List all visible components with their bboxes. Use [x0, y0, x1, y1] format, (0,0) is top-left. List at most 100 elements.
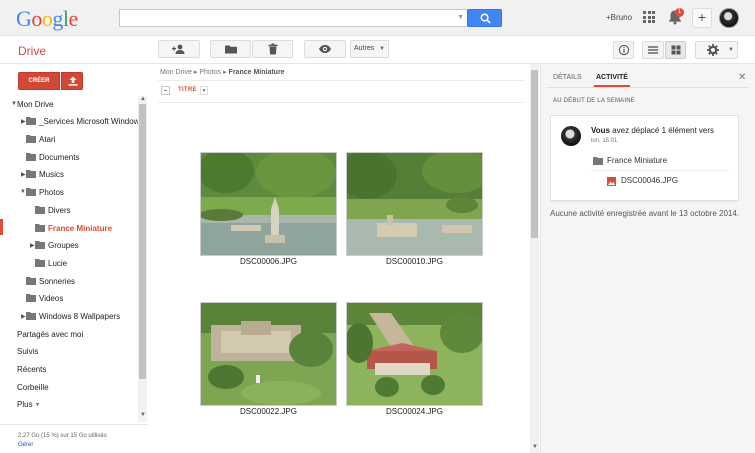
- file-name[interactable]: DSC00006.JPG: [200, 257, 337, 266]
- google-logo[interactable]: Google: [16, 6, 78, 32]
- move-to-folder-button[interactable]: [210, 40, 251, 58]
- breadcrumb-item-current[interactable]: France Miniature: [229, 69, 285, 76]
- activity-time: lun. 15:01: [591, 138, 618, 144]
- sort-options-button[interactable]: ▼: [200, 86, 208, 95]
- file-name[interactable]: DSC00022.JPG: [200, 407, 337, 416]
- more-actions-dropdown[interactable]: Autres ▼: [350, 40, 389, 58]
- avatar: [561, 126, 581, 146]
- share-plus-button[interactable]: +: [692, 8, 712, 28]
- scroll-down-icon[interactable]: ▼: [140, 412, 146, 418]
- sidebar-item-label: Sonneries: [39, 277, 76, 286]
- sort-by-title[interactable]: TITRE: [178, 87, 197, 93]
- upload-icon: [68, 76, 78, 86]
- create-button[interactable]: CRÉER: [18, 72, 60, 90]
- activity-section-label: AU DÉBUT DE LA SEMAINE: [553, 98, 635, 104]
- file-thumbnail[interactable]: [346, 302, 483, 406]
- expand-icon[interactable]: ▶: [21, 171, 26, 178]
- upload-button[interactable]: [61, 72, 83, 90]
- activity-description: Vous avez déplacé 1 élément vers: [591, 126, 714, 135]
- chevron-down-icon: ▼: [35, 402, 40, 408]
- sidebar-scrollbar-thumb[interactable]: [139, 104, 146, 379]
- delete-button[interactable]: [252, 40, 293, 58]
- apps-icon[interactable]: [643, 11, 655, 23]
- close-icon[interactable]: ✕: [738, 72, 746, 83]
- storage-info: 2,27 Go (15 %) sur 15 Go utilisés Gérer: [18, 432, 107, 450]
- list-view-button[interactable]: [642, 41, 664, 59]
- list-view-icon: [648, 46, 658, 54]
- details-toggle-button[interactable]: [613, 41, 634, 59]
- tab-activity[interactable]: ACTIVITÉ: [596, 74, 628, 81]
- folder-icon: [26, 117, 36, 125]
- folder-icon: [35, 224, 45, 232]
- app-title[interactable]: Drive: [18, 44, 46, 58]
- breadcrumb-item-my-drive[interactable]: Mon Drive: [160, 69, 192, 76]
- breadcrumb: Mon Drive ▸ Photos ▸ France Miniature: [160, 68, 285, 76]
- scroll-down-icon[interactable]: ▼: [532, 444, 538, 450]
- divider: [158, 102, 524, 103]
- folder-icon: [35, 259, 45, 267]
- add-person-icon: [172, 44, 185, 54]
- select-all-checkbox[interactable]: [161, 86, 170, 95]
- file-thumbnail[interactable]: [346, 152, 483, 256]
- account-avatar[interactable]: [719, 8, 739, 28]
- sidebar-item-label: _Services Microsoft Windows: [39, 117, 144, 126]
- grid-view-icon: [671, 45, 680, 55]
- info-icon: [618, 44, 629, 56]
- search-input[interactable]: [120, 10, 468, 26]
- manage-storage-link[interactable]: Gérer: [18, 442, 33, 448]
- sidebar-item-label: Suivis: [17, 347, 39, 356]
- file-name[interactable]: DSC00024.JPG: [346, 407, 483, 416]
- sidebar-item-label: Atari: [39, 135, 56, 144]
- gear-icon: [707, 44, 719, 56]
- preview-button[interactable]: [304, 40, 346, 58]
- active-folder-indicator: [0, 219, 3, 235]
- folder-icon: [26, 294, 36, 302]
- photo-preview: [347, 303, 482, 405]
- activity-file-name: DSC00046.JPG: [621, 176, 678, 185]
- sidebar-item-label: Musics: [39, 170, 64, 179]
- sidebar-item-label: Documents: [39, 153, 80, 162]
- notification-badge: 1: [675, 8, 684, 17]
- photo-preview: [347, 153, 482, 255]
- sidebar-item-label: Windows 8 Wallpapers: [39, 312, 121, 321]
- activity-action: avez déplacé 1 élément vers: [612, 126, 715, 135]
- expand-icon[interactable]: ▶: [21, 118, 26, 125]
- search-box[interactable]: ▼: [119, 9, 469, 27]
- trash-icon: [268, 43, 277, 55]
- sidebar-item-label: Corbeille: [17, 383, 49, 392]
- file-thumbnail[interactable]: [200, 302, 337, 406]
- sidebar-item-label: Mon Drive: [17, 100, 54, 109]
- scroll-up-icon[interactable]: ▲: [140, 96, 146, 102]
- sidebar-divider: [0, 424, 148, 425]
- folder-icon: [35, 241, 45, 249]
- folder-icon: [593, 157, 603, 165]
- folder-icon: [26, 153, 36, 161]
- user-profile-link[interactable]: +Bruno: [606, 13, 632, 22]
- breadcrumb-item-photos[interactable]: Photos: [199, 69, 221, 76]
- file-thumbnail[interactable]: [200, 152, 337, 256]
- photo-preview: [201, 303, 336, 405]
- sidebar-item-label: Divers: [48, 206, 71, 215]
- search-options-icon[interactable]: ▼: [457, 14, 464, 21]
- main-scrollbar-thumb[interactable]: [531, 70, 538, 238]
- sidebar-item-label: France Miniature: [48, 224, 113, 233]
- chevron-down-icon: ▼: [379, 46, 385, 52]
- sidebar-item-label: Lucie: [48, 259, 68, 268]
- folder-icon: [26, 188, 36, 196]
- folder-icon: [35, 206, 45, 214]
- divider: [591, 170, 729, 171]
- chevron-down-icon: ▼: [728, 47, 734, 53]
- search-button[interactable]: [467, 9, 502, 27]
- expand-icon[interactable]: ▶: [21, 313, 26, 320]
- expand-icon[interactable]: ▶: [30, 242, 35, 249]
- share-button[interactable]: [158, 40, 200, 58]
- search-icon: [480, 13, 491, 24]
- divider: [158, 80, 524, 81]
- folder-icon: [26, 135, 36, 143]
- folder-icon: [26, 312, 36, 320]
- file-name[interactable]: DSC00010.JPG: [346, 257, 483, 266]
- folder-icon: [26, 277, 36, 285]
- tab-details[interactable]: DÉTAILS: [553, 74, 582, 81]
- grid-view-button[interactable]: [665, 41, 686, 59]
- sidebar-item-label: Videos: [39, 294, 64, 303]
